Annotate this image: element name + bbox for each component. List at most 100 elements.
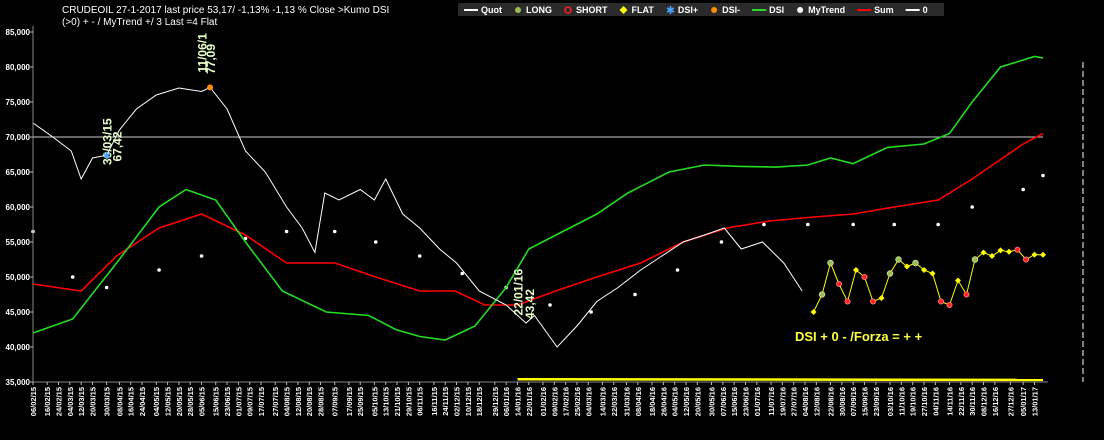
x-tick-label: 25/09/15 bbox=[356, 387, 365, 416]
y-tick-label: 75,000 bbox=[6, 98, 31, 107]
x-tick-label: 02/12/15 bbox=[453, 387, 462, 416]
series-quot bbox=[32, 86, 803, 348]
mytrend-point bbox=[417, 254, 422, 258]
long-marker bbox=[886, 270, 894, 277]
x-tick-label: 15/09/16 bbox=[861, 387, 870, 416]
legend-label: SHORT bbox=[576, 5, 608, 15]
x-tick-label: 16/11/15 bbox=[430, 387, 439, 416]
y-tick-label: 85,000 bbox=[6, 28, 31, 37]
x-axis: 06/02/15 16/02/15 24/02/15 04/03/15 12/03/15… bbox=[29, 382, 1040, 416]
mytrend-point bbox=[548, 303, 552, 307]
x-tick-label: 14/11/16 bbox=[946, 387, 955, 416]
x-tick-label: 22/01/16 bbox=[525, 387, 534, 416]
mytrend-point bbox=[199, 254, 204, 258]
x-tick-label: 15/06/15 bbox=[212, 387, 221, 416]
x-tick-label: 29/10/15 bbox=[404, 387, 413, 416]
x-tick-label: 16/12/16 bbox=[991, 387, 1000, 416]
x-tick-label: 20/08/15 bbox=[305, 387, 314, 416]
x-tick-label: 06/01/16 bbox=[502, 387, 511, 416]
long-marker bbox=[895, 256, 902, 263]
series-base bbox=[517, 377, 1044, 382]
short-marker bbox=[963, 291, 970, 298]
x-tick-label: 17/07/15 bbox=[257, 387, 266, 416]
x-tick-label: 30/05/16 bbox=[708, 387, 717, 416]
short-marker bbox=[938, 298, 945, 305]
x-tick-label: 12/08/15 bbox=[294, 387, 303, 416]
x-tick-label: 08/04/16 bbox=[634, 387, 643, 416]
x-tick-label: 15/06/16 bbox=[730, 387, 739, 416]
short-marker bbox=[844, 298, 851, 305]
x-tick-label: 18/04/16 bbox=[648, 387, 657, 416]
legend-label: 0 bbox=[923, 5, 928, 15]
mytrend-point bbox=[970, 205, 974, 209]
x-tick-label: 28/08/15 bbox=[317, 387, 326, 416]
x-tick-label: 19/10/16 bbox=[909, 387, 918, 416]
mytrend-point bbox=[374, 240, 378, 244]
legend: Quot LONG SHORT FLAT ✱ DSI+ DSI- DSI MyTrend Sum 0 bbox=[458, 3, 944, 17]
x-tick-label: 27/10/16 bbox=[920, 387, 929, 416]
x-tick-label: 24/04/15 bbox=[138, 387, 147, 416]
y-tick-label: 45,000 bbox=[6, 308, 31, 317]
flat-marker bbox=[929, 270, 936, 277]
y-tick-label: 35,000 bbox=[6, 378, 31, 387]
flat-marker bbox=[878, 295, 885, 301]
legend-label: DSI bbox=[769, 5, 784, 15]
x-tick-label: 04/08/15 bbox=[283, 387, 292, 416]
annotation-label: 43,42 bbox=[523, 289, 537, 319]
annotation-label: 77,09 bbox=[204, 44, 218, 74]
x-tick-label: 04/08/16 bbox=[801, 387, 810, 416]
x-tick-label: 22/03/16 bbox=[610, 387, 619, 416]
x-tick-label: 17/02/16 bbox=[562, 387, 571, 416]
x-tick-label: 24/11/15 bbox=[441, 387, 450, 416]
mytrend-point bbox=[633, 292, 637, 297]
short-marker bbox=[870, 298, 877, 305]
long-marker bbox=[827, 259, 834, 267]
x-tick-label: 09/07/15 bbox=[246, 387, 255, 416]
x-tick-label: 12/05/15 bbox=[164, 387, 173, 416]
flat-marker bbox=[997, 247, 1004, 254]
legend-label: MyTrend bbox=[808, 5, 845, 15]
crudeoil-chart: 35,000 40,000 45,000 50,000 55,000 60,000 65,0… bbox=[6, 3, 1084, 416]
mytrend-point bbox=[675, 268, 680, 272]
x-tick-label: 14/03/16 bbox=[598, 387, 607, 416]
x-tick-label: 19/07/16 bbox=[778, 387, 787, 416]
legend-dot-swatch bbox=[797, 7, 804, 13]
x-tick-label: 01/07/16 bbox=[753, 387, 762, 416]
x-tick-label: 10/12/15 bbox=[464, 387, 473, 416]
x-tick-label: 12/05/16 bbox=[682, 387, 691, 416]
x-tick-label: 22/11/16 bbox=[957, 387, 966, 416]
mytrend-point bbox=[719, 240, 724, 244]
x-tick-label: 27/12/16 bbox=[1006, 387, 1015, 416]
x-tick-label: 30/11/16 bbox=[968, 387, 977, 416]
x-tick-label: 04/03/15 bbox=[66, 387, 75, 416]
x-tick-label: 13/10/15 bbox=[382, 387, 391, 416]
x-tick-label: 11/10/16 bbox=[897, 387, 906, 416]
mytrend-point bbox=[936, 222, 940, 227]
annotation-label: 67,42 bbox=[111, 131, 125, 161]
flat-marker bbox=[810, 309, 817, 315]
legend-label: Quot bbox=[481, 5, 502, 15]
flat-marker bbox=[989, 253, 996, 259]
y-tick-label: 40,000 bbox=[6, 343, 31, 352]
x-tick-label: 08/04/15 bbox=[115, 387, 124, 416]
dsi-plus-marker: ✱ bbox=[103, 151, 111, 162]
long-marker bbox=[971, 256, 979, 263]
x-tick-label: 23/09/16 bbox=[872, 387, 881, 416]
short-marker bbox=[946, 301, 953, 308]
legend-label: Sum bbox=[874, 5, 894, 15]
x-tick-label: 01/07/15 bbox=[234, 387, 243, 416]
x-tick-label: 31/03/16 bbox=[623, 387, 632, 416]
x-tick-label: 21/10/15 bbox=[393, 387, 402, 416]
x-tick-label: 29/12/15 bbox=[491, 387, 500, 416]
flat-marker bbox=[955, 277, 962, 284]
x-tick-label: 27/07/16 bbox=[790, 387, 799, 416]
y-tick-label: 65,000 bbox=[6, 168, 31, 177]
y-tick-label: 60,000 bbox=[6, 203, 31, 212]
x-tick-label: 07/09/15 bbox=[331, 387, 340, 416]
x-tick-label: 04/11/16 bbox=[931, 387, 940, 416]
legend-dot-swatch bbox=[711, 7, 718, 13]
x-tick-label: 05/06/15 bbox=[198, 387, 207, 416]
legend-label: LONG bbox=[526, 5, 552, 15]
y-tick-label: 70,000 bbox=[6, 133, 31, 142]
legend-label: DSI+ bbox=[678, 5, 698, 15]
